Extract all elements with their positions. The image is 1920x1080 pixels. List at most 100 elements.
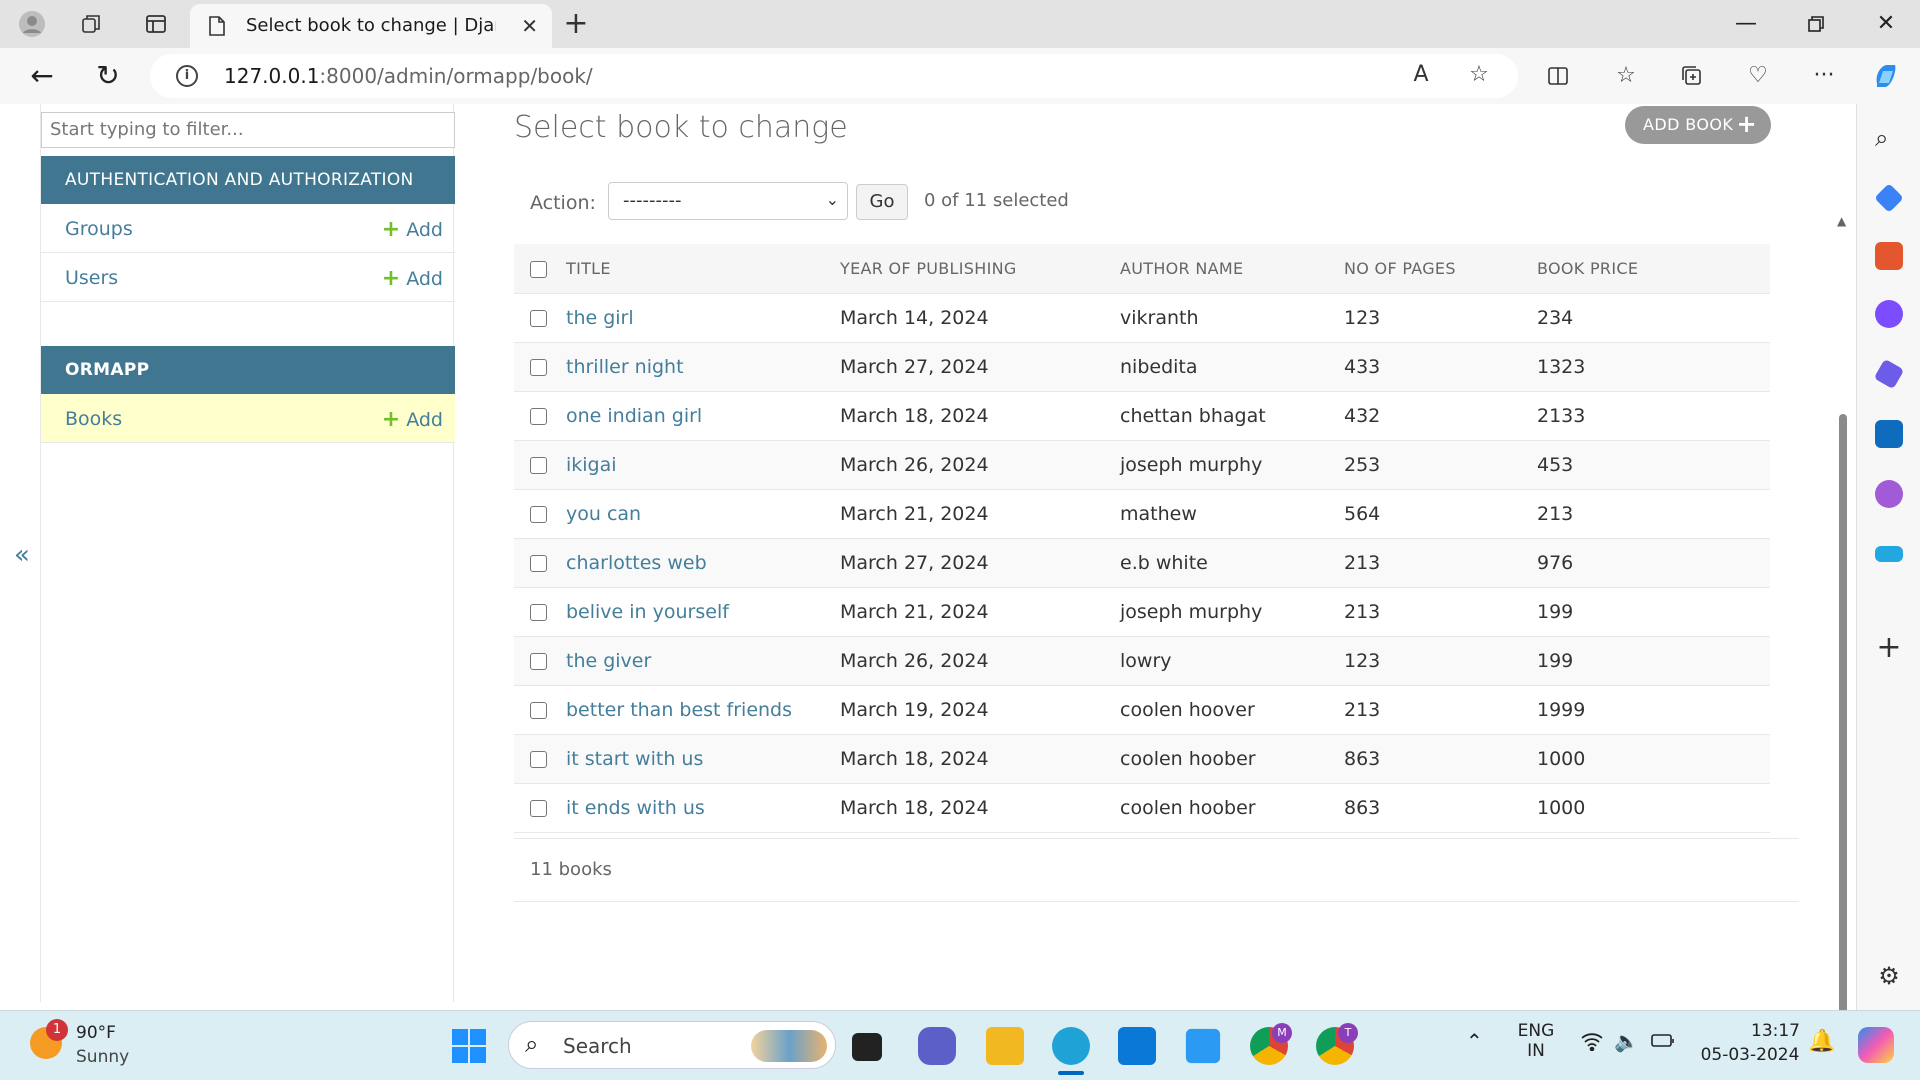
drop-icon[interactable] — [1875, 546, 1903, 562]
favorite-star-icon[interactable]: ☆ — [1464, 62, 1494, 87]
column-header-price[interactable]: BOOK PRICE — [1537, 244, 1770, 294]
volume-icon[interactable]: 🔈 — [1614, 1029, 1639, 1053]
row-checkbox[interactable] — [530, 505, 547, 523]
file-explorer-icon[interactable] — [986, 1027, 1024, 1065]
restore-icon[interactable] — [1796, 6, 1836, 42]
address-bar[interactable]: i 127.0.0.1:8000/admin/ormapp/book/ A ☆ — [150, 54, 1518, 98]
workspaces-icon[interactable] — [76, 8, 108, 40]
book-title-link[interactable]: the girl — [566, 307, 634, 329]
book-title-link[interactable]: it start with us — [566, 748, 703, 770]
copilot-preview-icon[interactable] — [1858, 1027, 1894, 1063]
module-caption-ormapp[interactable]: ORMAPP — [41, 346, 455, 394]
weather-condition[interactable]: Sunny — [76, 1047, 129, 1067]
site-info-icon[interactable]: i — [176, 65, 198, 87]
book-title-link[interactable]: one indian girl — [566, 405, 702, 427]
add-book-sidebar-button[interactable]: + Add — [382, 407, 443, 432]
row-checkbox[interactable] — [530, 456, 547, 474]
search-icon[interactable]: ⌕ — [1875, 124, 1903, 152]
row-checkbox[interactable] — [530, 358, 547, 376]
row-checkbox[interactable] — [530, 554, 547, 572]
nav-filter-input[interactable]: Start typing to filter... — [41, 112, 455, 148]
books-link[interactable]: Books — [65, 408, 122, 430]
column-header-title[interactable]: TITLE — [566, 244, 840, 294]
scroll-up-icon[interactable]: ▲ — [1837, 214, 1846, 228]
row-checkbox[interactable] — [530, 701, 547, 719]
price-cell: 199 — [1537, 649, 1574, 672]
row-checkbox[interactable] — [530, 603, 547, 621]
add-group-button[interactable]: + Add — [382, 217, 443, 242]
favorites-icon[interactable]: ☆ — [1610, 60, 1642, 92]
users-link[interactable]: Users — [65, 267, 118, 289]
author-cell: mathew — [1120, 502, 1197, 525]
toggle-sidebar-button[interactable]: « — [14, 540, 30, 570]
book-title-link[interactable]: better than best friends — [566, 699, 792, 721]
outlook-icon[interactable] — [1875, 420, 1903, 448]
book-title-link[interactable]: belive in yourself — [566, 601, 729, 623]
read-aloud-icon[interactable]: A — [1406, 62, 1436, 87]
minimize-icon[interactable]: — — [1726, 6, 1766, 42]
settings-gear-icon[interactable]: ⚙ — [1875, 962, 1903, 990]
show-hidden-icons-chevron-icon[interactable]: ⌃ — [1466, 1029, 1483, 1053]
copilot-icon[interactable] — [1870, 60, 1902, 92]
microsoft-365-icon[interactable] — [1873, 358, 1905, 390]
price-cell: 1999 — [1537, 698, 1586, 721]
notification-bell-icon[interactable]: 🔔 — [1808, 1029, 1835, 1054]
wifi-icon[interactable] — [1580, 1031, 1604, 1056]
url-text[interactable]: 127.0.0.1:8000/admin/ormapp/book/ — [224, 64, 593, 88]
more-options-icon[interactable]: ··· — [1808, 60, 1840, 92]
groups-link[interactable]: Groups — [65, 218, 133, 240]
book-title-link[interactable]: ikigai — [566, 454, 617, 476]
collections-icon[interactable] — [1676, 60, 1708, 92]
new-tab-button[interactable]: + — [558, 6, 594, 41]
page-scrollbar[interactable]: ▲ ▼ — [1834, 214, 1852, 1010]
weather-temperature[interactable]: 90°F — [76, 1023, 116, 1043]
edge-browser-icon[interactable] — [1052, 1027, 1090, 1065]
action-select[interactable]: --------- ⌄ — [608, 182, 848, 220]
designer-icon[interactable] — [1875, 480, 1903, 508]
back-icon[interactable]: ← — [24, 58, 60, 94]
module-caption-auth[interactable]: AUTHENTICATION AND AUTHORIZATION — [41, 156, 455, 204]
column-header-year[interactable]: YEAR OF PUBLISHING — [840, 244, 1120, 294]
book-title-link[interactable]: charlottes web — [566, 552, 707, 574]
book-title-link[interactable]: it ends with us — [566, 797, 705, 819]
row-checkbox[interactable] — [530, 652, 547, 670]
browser-essentials-icon[interactable]: ♡ — [1742, 60, 1774, 92]
split-screen-icon[interactable] — [1542, 60, 1574, 92]
go-button[interactable]: Go — [856, 184, 908, 220]
clock[interactable]: 13:17 05-03-2024 — [1700, 1021, 1800, 1065]
close-window-icon[interactable]: ✕ — [1866, 6, 1906, 42]
row-checkbox[interactable] — [530, 750, 547, 768]
column-header-pages[interactable]: NO OF PAGES — [1344, 244, 1537, 294]
tab-actions-icon[interactable] — [140, 8, 172, 40]
add-book-button[interactable]: ADD BOOK + — [1625, 106, 1771, 144]
tab-active[interactable]: Select book to change | Django site admi… — [190, 4, 552, 48]
microsoft-store-icon[interactable] — [1118, 1027, 1156, 1065]
profile-icon[interactable] — [16, 8, 48, 40]
close-tab-icon[interactable]: ✕ — [521, 14, 538, 38]
vscode-icon[interactable] — [1185, 1028, 1221, 1064]
row-checkbox[interactable] — [530, 799, 547, 817]
column-header-author[interactable]: AUTHOR NAME — [1120, 244, 1344, 294]
add-user-button[interactable]: + Add — [382, 266, 443, 291]
games-icon[interactable] — [1875, 300, 1903, 328]
taskbar-search[interactable]: ⌕ Search — [508, 1021, 836, 1069]
shopping-tag-icon[interactable] — [1874, 183, 1904, 213]
row-checkbox[interactable] — [530, 309, 547, 327]
scrollbar-thumb[interactable] — [1839, 414, 1847, 1010]
book-title-link[interactable]: thriller night — [566, 356, 684, 378]
refresh-icon[interactable]: ↻ — [90, 58, 126, 94]
search-highlight-image — [751, 1030, 827, 1062]
task-view-icon[interactable] — [852, 1033, 882, 1061]
teams-chat-icon[interactable] — [918, 1027, 956, 1065]
tools-icon[interactable] — [1875, 242, 1903, 270]
book-title-link[interactable]: you can — [566, 503, 641, 525]
start-windows-icon[interactable] — [450, 1027, 488, 1065]
tab-title: Select book to change | Django site admi… — [246, 15, 496, 36]
row-checkbox[interactable] — [530, 407, 547, 425]
language-indicator[interactable]: ENG IN — [1516, 1021, 1556, 1061]
action-label: Action: — [530, 192, 596, 214]
battery-icon[interactable] — [1650, 1031, 1676, 1054]
select-all-checkbox[interactable] — [530, 260, 547, 278]
book-title-link[interactable]: the giver — [566, 650, 651, 672]
add-sidebar-app-icon[interactable]: + — [1875, 633, 1903, 663]
